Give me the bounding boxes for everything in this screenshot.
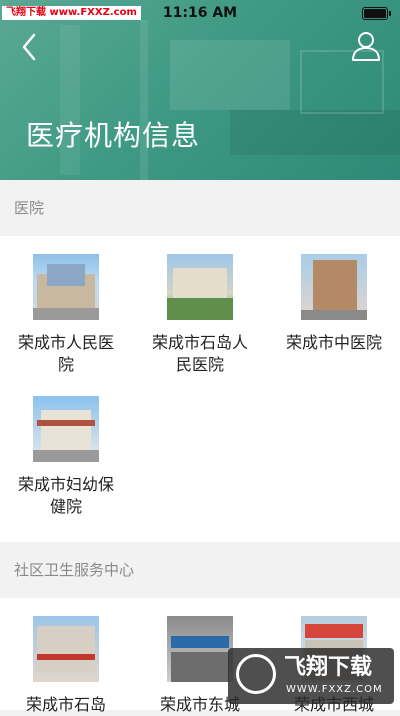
hospital-name: 荣成市人民医院 (17, 333, 114, 374)
banner-decor (230, 110, 400, 155)
status-time: 11:16 AM (162, 5, 238, 21)
banner-decor (140, 20, 148, 180)
bottom-watermark: 飞翔下载 WWW.FXXZ.COM (228, 648, 394, 704)
hospital-name: 荣成市妇幼保健院 (17, 475, 114, 516)
section-header-community: 社区卫生服务中心 (0, 542, 400, 598)
user-profile-button[interactable] (350, 30, 382, 62)
user-icon (352, 32, 380, 61)
hospital-card[interactable]: 荣成市中医院 (274, 254, 394, 354)
watermark-brand: 飞翔下载 (284, 655, 373, 680)
section-header-hospitals: 医院 (0, 180, 400, 236)
chevron-left-icon (22, 33, 36, 61)
community-center-name: 荣成市石岛 (25, 695, 106, 714)
hospital-photo (167, 254, 233, 320)
hospital-photo (33, 254, 99, 320)
hospital-name: 荣成市石岛人民医院 (151, 333, 248, 374)
hospital-card[interactable]: 荣成市妇幼保健院 (6, 396, 126, 518)
watermark-logo-icon (236, 654, 276, 694)
section-label: 医院 (14, 199, 45, 217)
watermark-url: WWW.FXXZ.COM (286, 684, 383, 695)
page-title: 医疗机构信息 (26, 119, 201, 152)
hospital-list: 荣成市人民医院 荣成市石岛人民医院 荣成市中医院 荣成市妇幼保健院 (0, 236, 400, 542)
hospital-photo (33, 396, 99, 462)
community-center-photo (33, 616, 99, 682)
hospital-name: 荣成市中医院 (285, 333, 382, 352)
back-button[interactable] (16, 30, 46, 64)
banner-decor (170, 40, 290, 110)
hospital-card[interactable]: 荣成市石岛人民医院 (140, 254, 260, 376)
battery-icon (362, 7, 391, 20)
community-center-photo (167, 616, 233, 682)
hospital-card[interactable]: 荣成市人民医院 (6, 254, 126, 376)
community-center-card[interactable]: 荣成市石岛 (6, 616, 126, 716)
hospital-photo (301, 254, 367, 320)
section-label: 社区卫生服务中心 (14, 561, 135, 579)
